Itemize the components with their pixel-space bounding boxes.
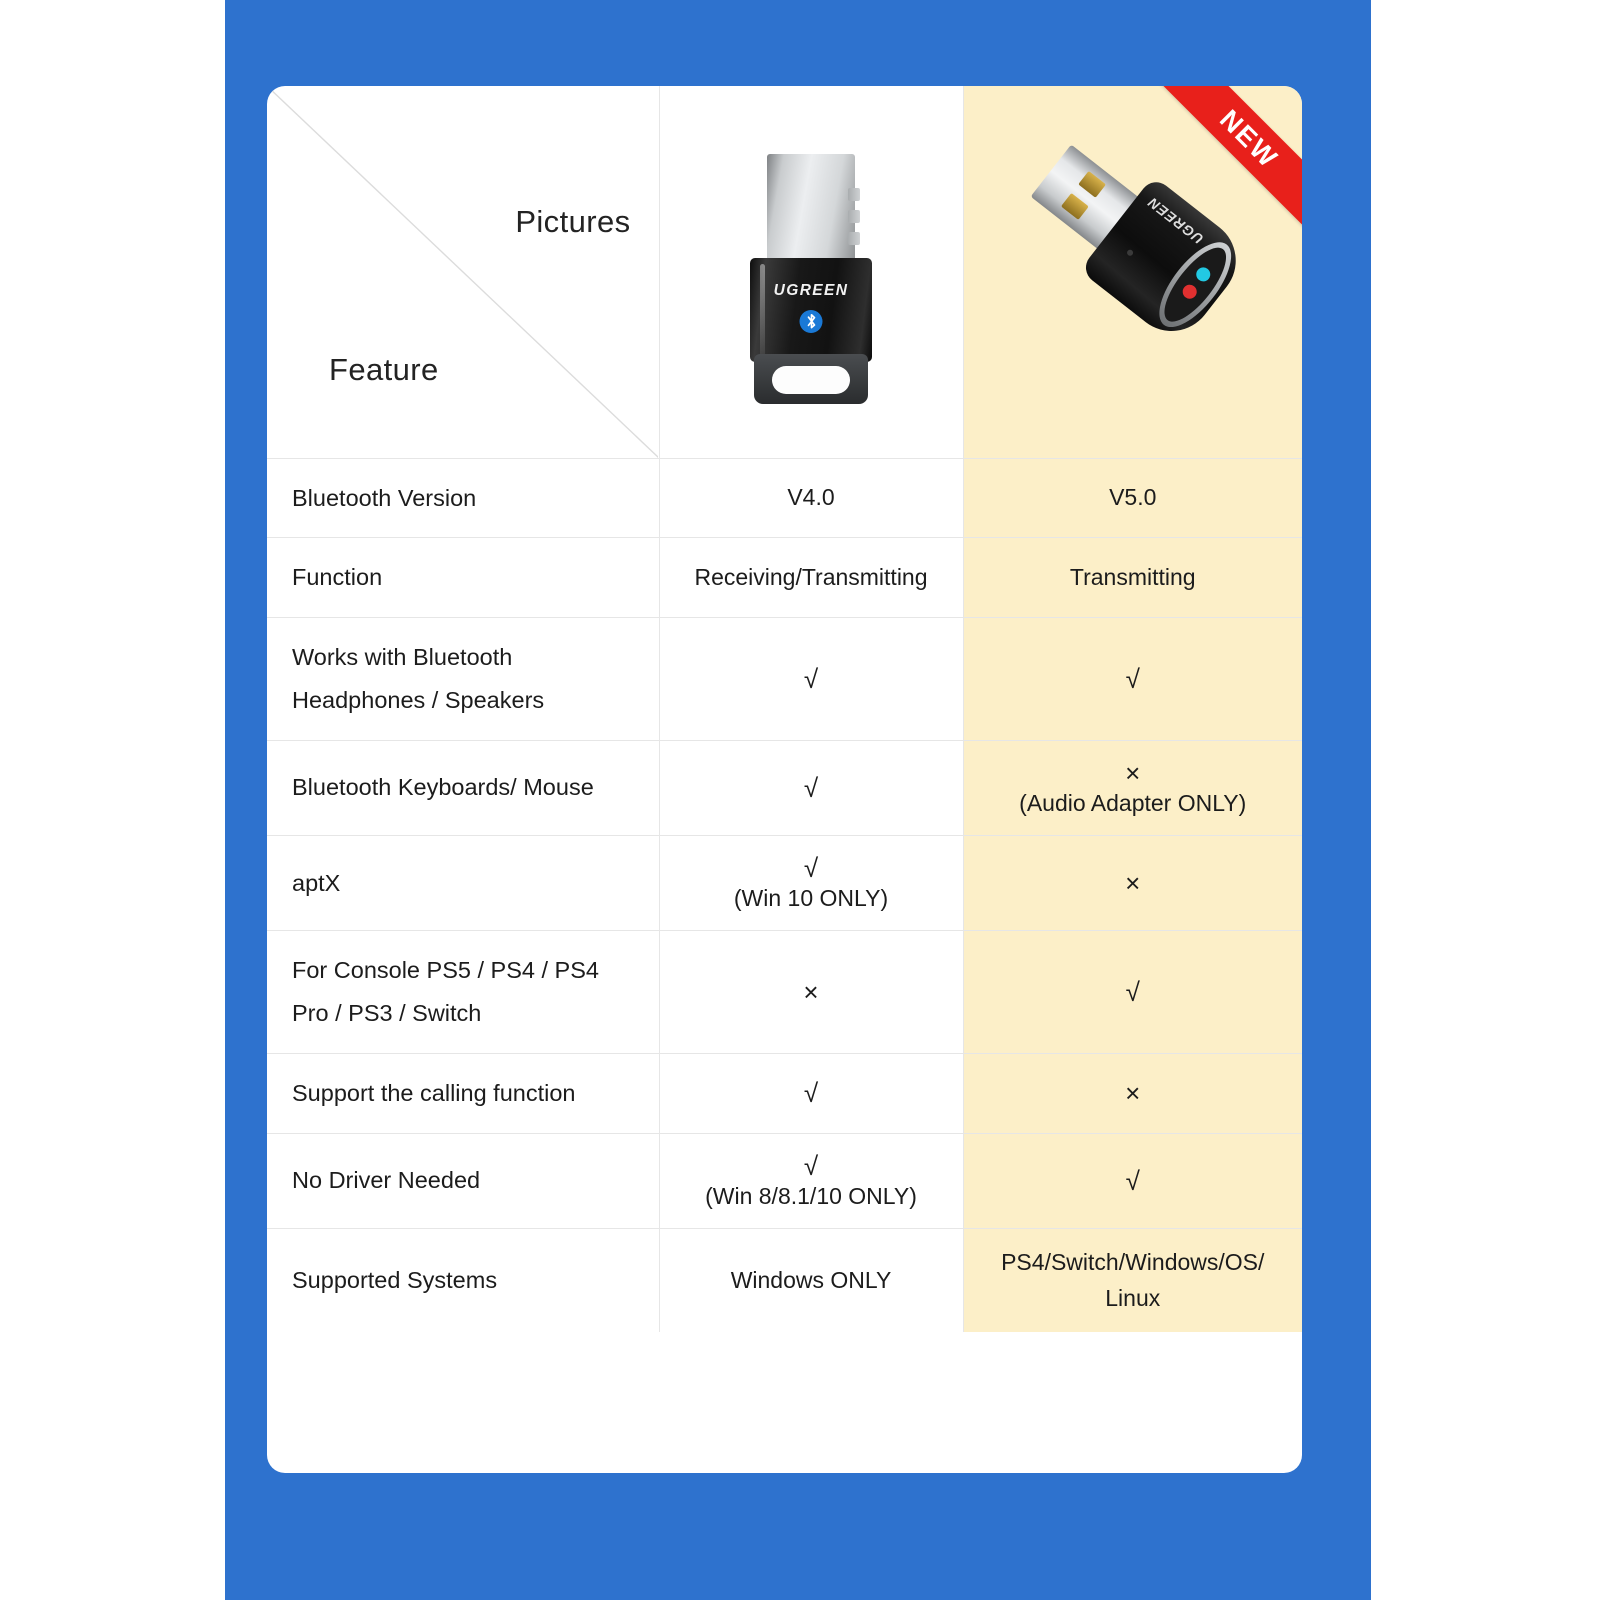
- cross-mark-icon: ×: [1125, 1078, 1141, 1108]
- product-b-value: Transmitting: [963, 537, 1302, 619]
- check-mark-icon: √: [1125, 976, 1140, 1007]
- usb-connector-icon: [767, 154, 855, 262]
- table-row: Works with Bluetooth Headphones / Speake…: [267, 617, 1302, 741]
- value-main: V4.0: [787, 484, 835, 511]
- product-a-value: √ (Win 8/8.1/10 ONLY): [659, 1133, 964, 1230]
- product-a-value: √: [659, 1053, 964, 1134]
- feature-name: aptX: [267, 835, 660, 932]
- usb-notch-icon: [848, 232, 860, 245]
- feature-name: Function: [267, 537, 660, 619]
- feature-name: Bluetooth Keyboards/ Mouse: [267, 740, 660, 836]
- product-a-value: V4.0: [659, 458, 964, 539]
- value-main: V5.0: [1109, 484, 1157, 511]
- feature-label: Feature: [329, 351, 439, 387]
- value-main: Receiving/Transmitting: [694, 563, 928, 590]
- product-a-image-cell[interactable]: UGREEN: [659, 86, 964, 459]
- product-b-value: PS4/Switch/Windows/OS/ Linux: [963, 1228, 1302, 1333]
- check-mark-icon: √: [803, 1078, 819, 1108]
- comparison-table: Pictures Feature UGREEN UGREEN NEW Bluet…: [267, 86, 1302, 1333]
- cross-mark-icon: ×: [1125, 757, 1141, 788]
- check-mark-icon: √: [803, 772, 819, 803]
- product-b-value: ×: [963, 1053, 1302, 1134]
- value-note: (Audio Adapter ONLY): [1019, 790, 1247, 817]
- feature-name: No Driver Needed: [267, 1133, 660, 1230]
- table-header-row: Pictures Feature UGREEN UGREEN NEW: [267, 86, 1302, 459]
- product-a-value: Receiving/Transmitting: [659, 537, 964, 619]
- usb-bluetooth-adapter-v5-icon: UGREEN: [1013, 124, 1253, 348]
- check-mark-icon: √: [1125, 1165, 1140, 1196]
- value-main: Windows ONLY: [730, 1266, 892, 1293]
- table-row: No Driver Needed √ (Win 8/8.1/10 ONLY) √: [267, 1133, 1302, 1230]
- feature-name: Support the calling function: [267, 1053, 660, 1134]
- table-row: Bluetooth Keyboards/ Mouse √ × (Audio Ad…: [267, 740, 1302, 836]
- feature-name: Supported Systems: [267, 1228, 660, 1333]
- feature-name: Bluetooth Version: [267, 458, 660, 539]
- product-a-value: Windows ONLY: [659, 1228, 964, 1333]
- table-row: For Console PS5 / PS4 / PS4 Pro / PS3 / …: [267, 930, 1302, 1054]
- usb-bluetooth-adapter-v4-icon: UGREEN: [750, 154, 872, 406]
- diagonal-divider-line: [267, 86, 659, 458]
- product-b-illustration: UGREEN NEW: [964, 86, 1302, 458]
- body-highlight: [760, 264, 765, 356]
- value-note: (Win 10 ONLY): [733, 885, 889, 912]
- adapter-cutout: [772, 366, 850, 394]
- table-row: Supported Systems Windows ONLY PS4/Switc…: [267, 1228, 1302, 1333]
- value-note: (Win 8/8.1/10 ONLY): [705, 1183, 917, 1210]
- cross-mark-icon: ×: [1125, 867, 1141, 898]
- usb-notch-icon: [848, 210, 860, 223]
- product-b-value: V5.0: [963, 458, 1302, 539]
- product-b-value: √: [963, 617, 1302, 741]
- product-a-value: √: [659, 740, 964, 836]
- check-mark-icon: √: [1125, 663, 1140, 694]
- table-row: Support the calling function √ ×: [267, 1053, 1302, 1134]
- check-mark-icon: √: [803, 852, 819, 883]
- product-b-value: √: [963, 1133, 1302, 1230]
- comparison-infographic: Pictures Feature UGREEN UGREEN NEW Bluet…: [0, 0, 1600, 1600]
- product-a-value: ×: [659, 930, 964, 1054]
- comparison-card: Pictures Feature UGREEN UGREEN NEW Bluet…: [267, 86, 1302, 1473]
- value-main: PS4/Switch/Windows/OS/ Linux: [1001, 1249, 1265, 1311]
- cross-mark-icon: ×: [803, 976, 819, 1007]
- product-a-value: √ (Win 10 ONLY): [659, 835, 964, 932]
- bluetooth-logo-icon: [799, 310, 823, 333]
- pictures-label: Pictures: [515, 204, 631, 239]
- usb-notch-icon: [848, 188, 860, 201]
- check-mark-icon: √: [803, 663, 819, 694]
- feature-name: For Console PS5 / PS4 / PS4 Pro / PS3 / …: [267, 930, 660, 1054]
- product-a-value: √: [659, 617, 964, 741]
- product-b-value: √: [963, 930, 1302, 1054]
- table-row: Function Receiving/Transmitting Transmit…: [267, 537, 1302, 619]
- ugreen-brand-text: UGREEN: [773, 282, 849, 299]
- feature-name: Works with Bluetooth Headphones / Speake…: [267, 617, 660, 741]
- table-row: aptX √ (Win 10 ONLY) ×: [267, 835, 1302, 932]
- bluetooth-glyph: [807, 313, 815, 329]
- product-a-illustration: UGREEN: [660, 86, 963, 458]
- value-main: Transmitting: [1069, 563, 1196, 590]
- table-row: Bluetooth Version V4.0 V5.0: [267, 458, 1302, 539]
- new-badge-label: NEW: [1214, 103, 1285, 174]
- product-b-image-cell[interactable]: UGREEN NEW: [963, 86, 1302, 459]
- product-b-value: ×: [963, 835, 1302, 932]
- feature-pictures-diagonal-cell: Pictures Feature: [267, 86, 660, 459]
- check-mark-icon: √: [803, 1150, 819, 1181]
- product-b-value: × (Audio Adapter ONLY): [963, 740, 1302, 836]
